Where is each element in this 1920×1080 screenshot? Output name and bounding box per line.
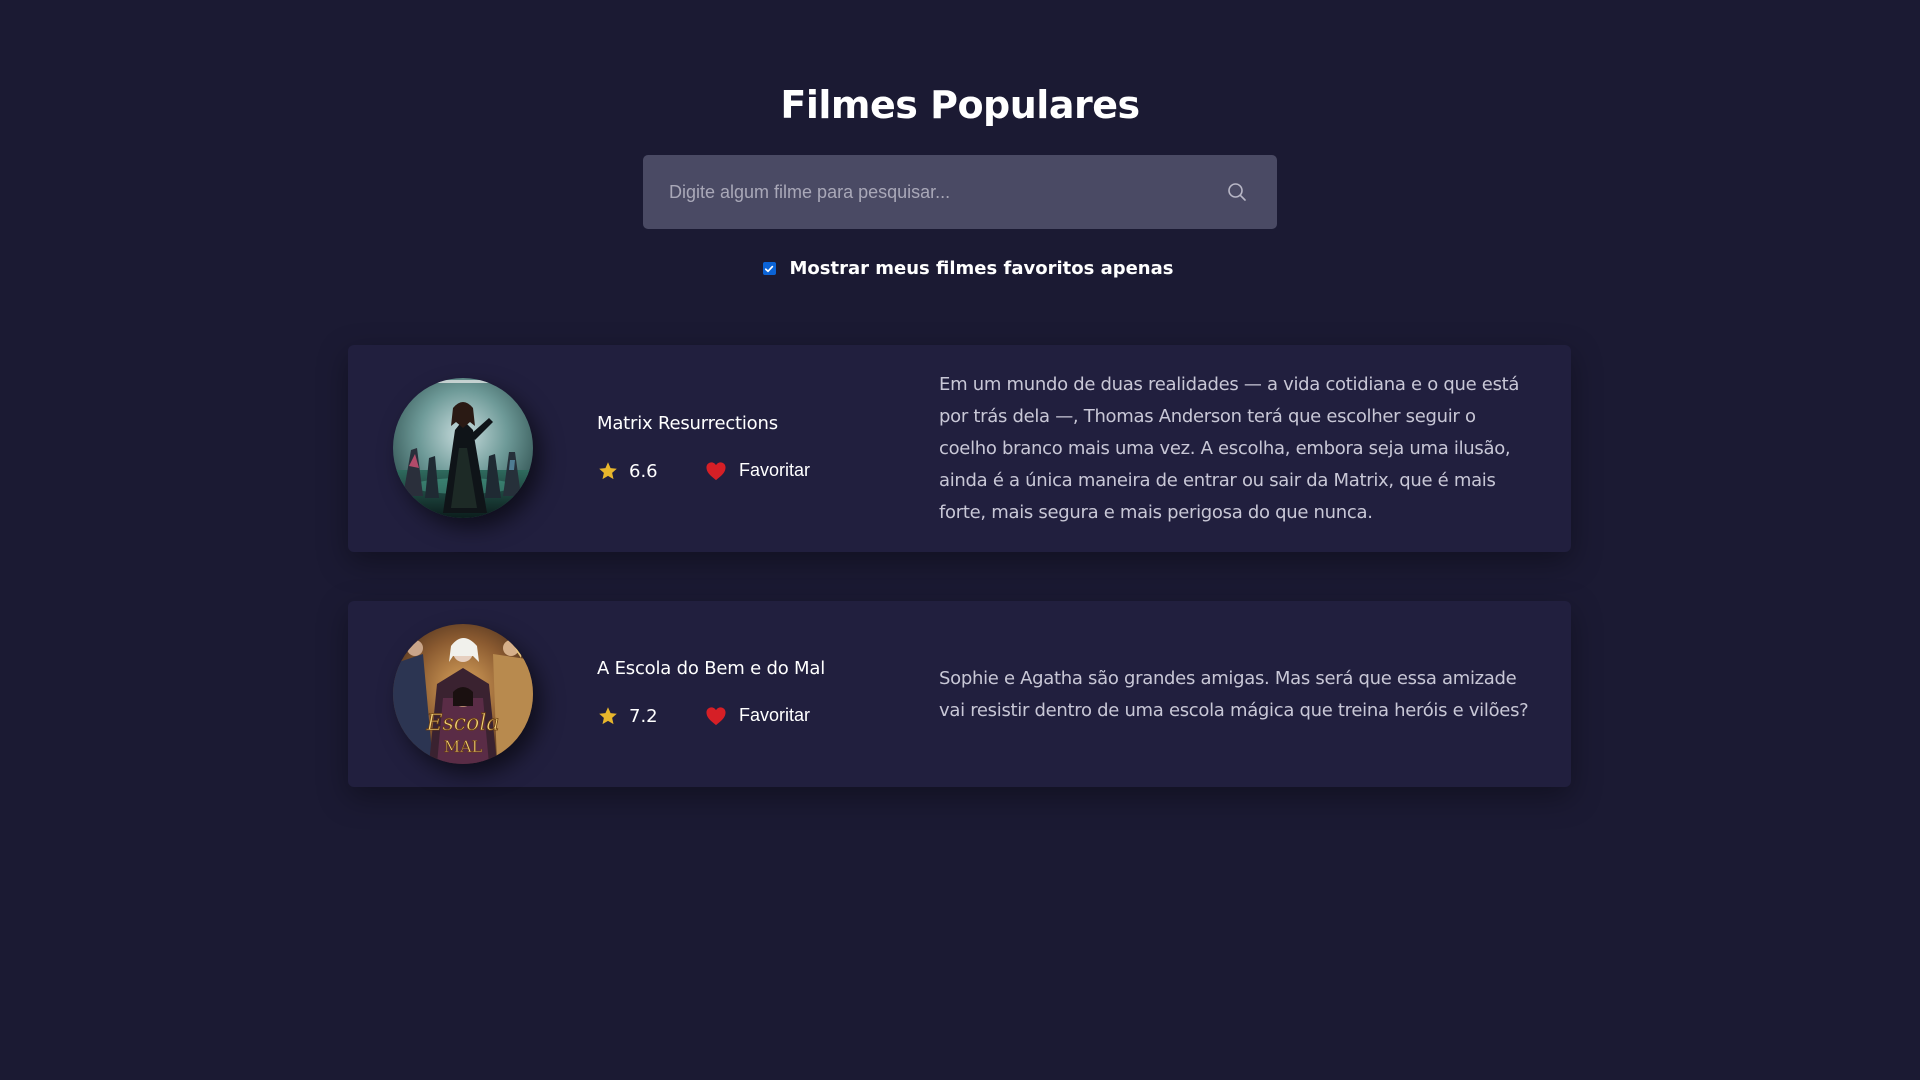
heart-icon[interactable]: [705, 461, 727, 481]
movie-poster: [393, 378, 533, 518]
svg-text:Escola: Escola: [425, 711, 499, 736]
favorite-button[interactable]: Favoritar: [705, 705, 810, 726]
favorite-button[interactable]: Favoritar: [705, 460, 810, 481]
heart-icon[interactable]: [705, 706, 727, 726]
movie-card: Escola MAL A Escola do Bem e do Mal 7.2 …: [348, 601, 1571, 787]
favorites-only-checkbox[interactable]: [762, 262, 776, 275]
movie-card: Matrix Resurrections 6.6 Favoritar Em um…: [348, 345, 1571, 552]
movie-rating: 6.6: [597, 460, 658, 482]
star-icon: [599, 462, 617, 480]
movie-overview: Em um mundo de duas realidades — a vida …: [939, 374, 1520, 523]
movie-overview: Sophie e Agatha são grandes amigas. Mas …: [939, 668, 1529, 721]
search-input[interactable]: [643, 155, 1225, 229]
favorite-label[interactable]: Favoritar: [739, 460, 810, 481]
movie-title: A Escola do Bem e do Mal: [597, 658, 826, 679]
rating-value: 7.2: [629, 705, 658, 727]
star-icon: [599, 707, 617, 725]
favorites-filter: Mostrar meus filmes favoritos apenas: [0, 258, 1920, 279]
favorite-label[interactable]: Favoritar: [739, 705, 810, 726]
search-box[interactable]: [643, 155, 1277, 229]
search-icon[interactable]: [1225, 180, 1249, 204]
page-title: Filmes Populares: [780, 83, 1140, 128]
rating-value: 6.6: [629, 460, 658, 482]
svg-text:MAL: MAL: [444, 737, 483, 756]
movie-poster: Escola MAL: [393, 624, 533, 764]
favorites-only-label[interactable]: Mostrar meus filmes favoritos apenas: [790, 258, 1174, 279]
movie-title: Matrix Resurrections: [597, 413, 778, 434]
movie-rating: 7.2: [597, 705, 658, 727]
